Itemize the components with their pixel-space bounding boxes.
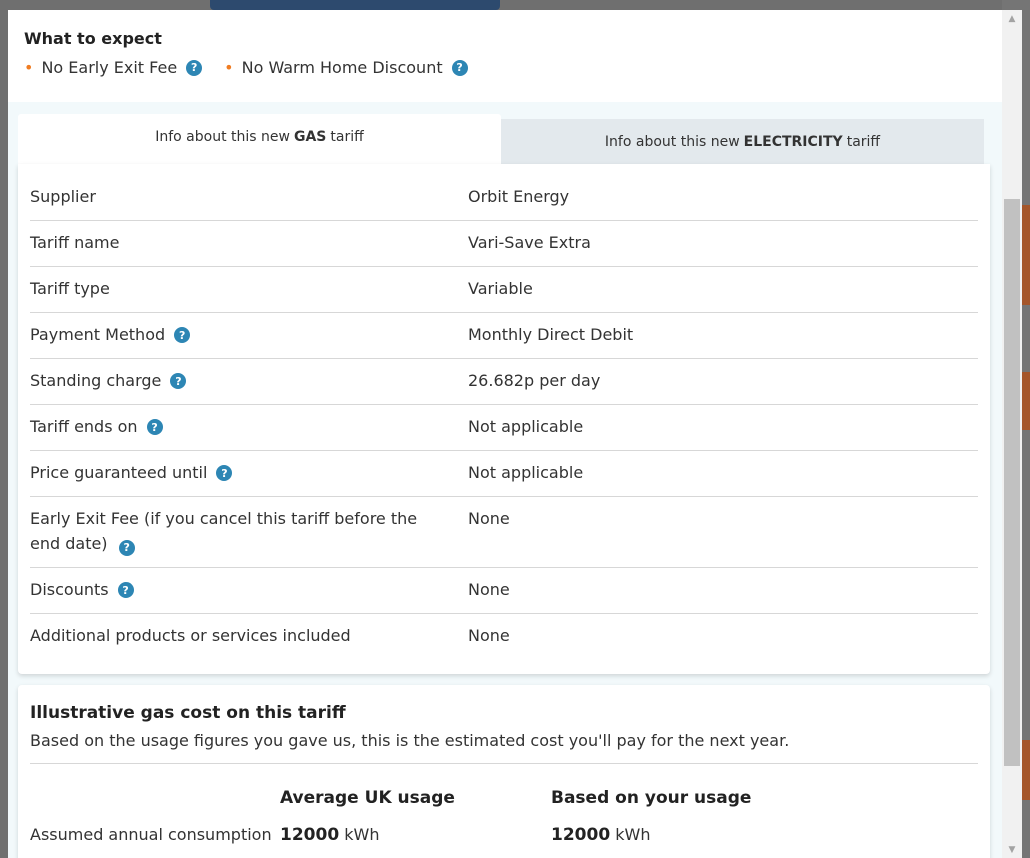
background-accent-block: [1022, 372, 1030, 430]
table-row: Tariff type Variable: [30, 267, 978, 313]
usage-header-average: Average UK usage: [280, 788, 455, 808]
scroll-up-arrow-icon[interactable]: ▲: [1002, 10, 1022, 27]
modal-scrollbar[interactable]: ▲ ▼: [1002, 10, 1022, 858]
tab-label-suffix: tariff: [330, 129, 364, 145]
help-icon[interactable]: ?: [146, 419, 163, 435]
row-value-tariff-type: Variable: [468, 279, 533, 298]
row-label-price-guaranteed-until: Price guaranteed until: [30, 463, 208, 482]
tab-label-prefix: Info about this new: [604, 133, 740, 150]
help-icon[interactable]: ?: [170, 373, 187, 389]
background-header-stub: [210, 0, 500, 10]
usage-header-yours: Based on your usage: [551, 788, 752, 808]
tariff-tabs: Info about this new GAS tariff Info abou…: [18, 114, 984, 164]
background-accent-block: [1022, 740, 1030, 800]
row-value-standing-charge: 26.682p per day: [468, 371, 601, 390]
help-icon[interactable]: ?: [451, 59, 468, 76]
row-label-supplier: Supplier: [30, 187, 96, 206]
bullet-icon: •: [224, 57, 234, 77]
expect-item-no-warm-home-discount: • No Warm Home Discount ?: [224, 57, 468, 77]
row-value-payment-method: Monthly Direct Debit: [468, 325, 634, 344]
row-label-discounts: Discounts: [30, 580, 109, 599]
table-row: Price guaranteed until ? Not applicable: [30, 451, 978, 497]
table-row: Tariff ends on ? Not applicable: [30, 405, 978, 451]
scrollbar-thumb[interactable]: [1004, 199, 1020, 766]
row-label-additional-products: Additional products or services included: [30, 626, 351, 645]
tab-label-strong: GAS: [293, 129, 327, 145]
help-icon[interactable]: ?: [216, 465, 233, 481]
row-label-tariff-type: Tariff type: [30, 279, 110, 298]
table-row: Early Exit Fee (if you cancel this tarif…: [30, 497, 978, 568]
table-row: Additional products or services included…: [30, 614, 978, 660]
usage-header-spacer: [30, 788, 280, 808]
row-value-early-exit-fee: None: [468, 509, 510, 528]
usage-average-cell: 12000 kWh: [280, 825, 551, 845]
tariff-info-modal: What to expect • No Early Exit Fee ? • N…: [8, 10, 1002, 858]
tariff-details-table: Supplier Orbit Energy Tariff name Vari-S…: [18, 164, 990, 674]
scroll-down-arrow-icon[interactable]: ▼: [1002, 841, 1022, 858]
bullet-icon: •: [24, 57, 34, 77]
expect-item-label: No Early Exit Fee: [41, 58, 178, 77]
row-value-price-guaranteed-until: Not applicable: [468, 463, 584, 482]
row-label-tariff-ends-on: Tariff ends on: [30, 417, 138, 436]
table-row: Payment Method ? Monthly Direct Debit: [30, 313, 978, 359]
tab-electricity-tariff[interactable]: Info about this new ELECTRICITY tariff: [501, 119, 984, 164]
background-accent-block: [1022, 205, 1030, 305]
tab-label-strong: ELECTRICITY: [743, 133, 843, 150]
usage-unit: kWh: [344, 825, 380, 844]
help-icon[interactable]: ?: [174, 327, 191, 343]
row-value-discounts: None: [468, 580, 510, 599]
table-row: Tariff name Vari-Save Extra: [30, 221, 978, 267]
tab-gas-tariff[interactable]: Info about this new GAS tariff: [18, 114, 501, 164]
usage-unit: kWh: [615, 825, 651, 844]
row-label-tariff-name: Tariff name: [30, 233, 120, 252]
table-row: Supplier Orbit Energy: [30, 175, 978, 221]
row-value-tariff-name: Vari-Save Extra: [468, 233, 591, 252]
usage-row-label: Assumed annual consumption: [30, 825, 272, 844]
what-to-expect-section: What to expect • No Early Exit Fee ? • N…: [8, 10, 1002, 102]
row-value-supplier: Orbit Energy: [468, 187, 570, 206]
usage-row-annual-consumption: Assumed annual consumption 12000 kWh 120…: [30, 825, 978, 845]
what-to-expect-title: What to expect: [24, 29, 162, 48]
tab-label-suffix: tariff: [846, 133, 881, 150]
usage-table-header: Average UK usage Based on your usage: [30, 788, 978, 808]
table-row: Discounts ? None: [30, 568, 978, 614]
row-label-standing-charge: Standing charge: [30, 371, 162, 390]
usage-average-value: 12000: [280, 825, 340, 845]
usage-your-value: 12000: [551, 825, 611, 845]
help-icon[interactable]: ?: [118, 539, 135, 556]
help-icon[interactable]: ?: [186, 59, 203, 76]
help-icon[interactable]: ?: [117, 582, 134, 598]
illustrative-cost-section: Illustrative gas cost on this tariff Bas…: [18, 685, 990, 858]
row-label-early-exit-fee: Early Exit Fee (if you cancel this tarif…: [30, 509, 418, 553]
expect-item-label: No Warm Home Discount: [241, 58, 443, 77]
row-label-payment-method: Payment Method: [30, 325, 166, 344]
illustrative-cost-description: Based on the usage figures you gave us, …: [30, 731, 978, 764]
what-to-expect-list: • No Early Exit Fee ? • No Warm Home Dis…: [24, 58, 986, 77]
tab-label-prefix: Info about this new: [155, 129, 290, 145]
expect-item-no-early-exit-fee: • No Early Exit Fee ?: [24, 57, 203, 77]
row-value-additional-products: None: [468, 626, 510, 645]
table-row: Standing charge ? 26.682p per day: [30, 359, 978, 405]
illustrative-cost-title: Illustrative gas cost on this tariff: [30, 703, 346, 723]
usage-yours-cell: 12000 kWh: [551, 825, 650, 845]
row-value-tariff-ends-on: Not applicable: [468, 417, 584, 436]
